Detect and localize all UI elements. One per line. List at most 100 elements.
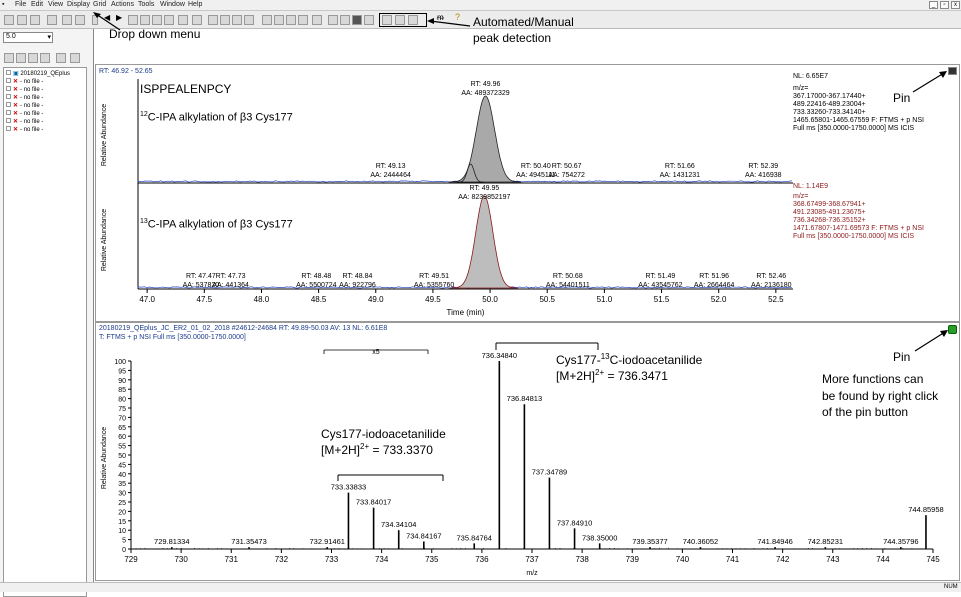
layout-d-icon[interactable] — [244, 15, 254, 25]
x-tick-label: 47.5 — [197, 295, 213, 304]
peak-mz-label: 737.84910 — [557, 518, 592, 527]
tree-item[interactable]: ✕ - no file - — [6, 126, 43, 133]
chart-a-icon[interactable] — [312, 15, 322, 25]
tree-tool-e-icon[interactable] — [56, 53, 66, 63]
y-tick-label: 95 — [118, 368, 126, 375]
forward-arrow-icon[interactable]: ▶ — [116, 13, 122, 23]
paste-icon[interactable] — [75, 15, 85, 25]
minimize-icon[interactable]: _ — [929, 1, 938, 9]
open-raw-icon[interactable] — [17, 15, 27, 25]
x-tick-label: 742 — [776, 555, 790, 564]
menu-actions[interactable]: Actions — [111, 1, 134, 8]
tree-tool-c-icon[interactable] — [28, 53, 38, 63]
tree-item[interactable]: ✕ - no file - — [6, 78, 43, 85]
zoom-select[interactable]: 5.0 ▾ — [3, 32, 53, 43]
peak-mz-label: 741.84946 — [757, 537, 792, 546]
arrow-updown-icon[interactable] — [164, 15, 174, 25]
tree-item[interactable]: ✕ - no file - — [6, 118, 43, 125]
y-tick-label: 60 — [118, 434, 126, 441]
peak-mz-label: 729.81334 — [154, 537, 189, 546]
peak-mz-label: 738.35000 — [582, 533, 617, 542]
peak-label-rt: RT: 47.47 — [186, 273, 216, 280]
arrow-down-icon[interactable] — [152, 15, 162, 25]
tree-item[interactable]: ✕ - no file - — [6, 86, 43, 93]
menu-tools[interactable]: Tools — [138, 1, 154, 8]
save-icon[interactable] — [30, 15, 40, 25]
grid-c-icon[interactable] — [298, 15, 308, 25]
x-tick-label: 49.5 — [425, 295, 441, 304]
print-icon[interactable] — [47, 15, 57, 25]
arrow-up-icon[interactable] — [140, 15, 150, 25]
x-tick-label: 48.0 — [254, 295, 270, 304]
tree-tool-f-icon[interactable] — [70, 53, 80, 63]
peak-detect-auto-icon[interactable] — [382, 15, 392, 25]
chart-e-icon[interactable] — [364, 15, 374, 25]
peak-mz-label: 744.85958 — [908, 505, 943, 514]
tree-item[interactable]: ✕ - no file - — [6, 110, 43, 117]
y-tick-label: 50 — [118, 453, 126, 460]
menu-window[interactable]: Window — [160, 1, 185, 8]
chart-b-icon[interactable] — [328, 15, 338, 25]
tree-tool-a-icon[interactable] — [4, 53, 14, 63]
peak-label-rt: RT: 48.84 — [343, 273, 373, 280]
layout-b-icon[interactable] — [220, 15, 230, 25]
y-tick-label: 75 — [118, 406, 126, 413]
menu-help[interactable]: Help — [188, 1, 202, 8]
copy-icon[interactable] — [62, 15, 72, 25]
annot-peak2: peak detection — [473, 31, 551, 45]
help-icon[interactable]: ? — [455, 12, 465, 22]
layout-a-icon[interactable] — [208, 15, 218, 25]
peak-mz-label: 744.35796 — [883, 537, 918, 546]
tree-tool-d-icon[interactable] — [40, 53, 50, 63]
peak-detect-remove-icon[interactable] — [408, 15, 418, 25]
peak-label-rt: RT: 52.39 — [748, 163, 778, 170]
peak-label-aa: AA: 5355760 — [414, 282, 455, 289]
tree-item[interactable]: ✕ - no file - — [6, 102, 43, 109]
peak-label-rt: RT: 51.66 — [665, 163, 695, 170]
chromatogram-panel[interactable]: Relative Abundance Relative Abundance 47.0… — [95, 64, 960, 322]
chart-d-icon[interactable] — [352, 15, 362, 25]
peak-label-aa: AA: 43545762 — [638, 282, 682, 289]
x-tick-label: 47.0 — [139, 295, 155, 304]
chevron-down-icon[interactable]: ▾ — [47, 33, 51, 41]
grid-b-icon[interactable] — [286, 15, 296, 25]
spectrum-panel[interactable]: 0 5 10 15 20 25 30 35 40 45 50 55 60 65 70 75 80 85 90 95 10… — [95, 322, 960, 581]
label-13c: 13C-IPA alkylation of β3 Cys177 — [140, 218, 293, 231]
y-tick-label: 10 — [118, 528, 126, 535]
pin-button-spectrum-icon[interactable] — [948, 325, 957, 334]
x-tick-label: 744 — [876, 555, 890, 564]
tree-tool-b-icon[interactable] — [16, 53, 26, 63]
menu-edit[interactable]: Edit — [31, 1, 43, 8]
peak-detect-add-icon[interactable] — [395, 15, 405, 25]
layout-c-icon[interactable] — [232, 15, 242, 25]
open-icon[interactable] — [4, 15, 14, 25]
signal-icon[interactable]: ᵯ — [437, 13, 447, 23]
chart-c-icon[interactable] — [340, 15, 350, 25]
close-cell-icon[interactable] — [262, 15, 272, 25]
menu-view[interactable]: View — [48, 1, 63, 8]
peak-mz-label: 734.84167 — [406, 531, 441, 540]
y-axis-label-bottom: Relative Abundance — [101, 209, 108, 271]
x-tick-label: 735 — [425, 555, 439, 564]
back-arrow-icon[interactable]: ◀ — [104, 13, 110, 23]
menu-file[interactable]: File — [15, 1, 26, 8]
pin-toggle-icon[interactable] — [192, 15, 202, 25]
tree-item[interactable]: ✕ - no file - — [6, 94, 43, 101]
y-tick-label: 90 — [118, 378, 126, 385]
menu-grid[interactable]: Grid — [93, 1, 106, 8]
grid-icon[interactable] — [274, 15, 284, 25]
y-axis-label-top: Relative Abundance — [101, 104, 108, 166]
pin-button-chrom-icon[interactable] — [948, 67, 957, 75]
restore-icon[interactable]: ▫ — [940, 1, 949, 9]
peptide-sequence: ISPPEALENPCY — [140, 82, 231, 96]
close-icon[interactable]: x — [951, 1, 960, 9]
menu-display[interactable]: Display — [67, 1, 90, 8]
y-tick-label: 100 — [114, 359, 126, 366]
zoom-box-icon[interactable] — [178, 15, 188, 25]
zoom-out-icon[interactable] — [128, 15, 138, 25]
peak-label-aa: AA: 2664464 — [694, 282, 735, 289]
dropdown-arrow-icon[interactable] — [92, 15, 98, 25]
x-tick-label: 741 — [726, 555, 740, 564]
x5-label: x5 — [372, 349, 380, 356]
tree-item[interactable]: ▣ 20180219_QEplus — [6, 70, 70, 77]
